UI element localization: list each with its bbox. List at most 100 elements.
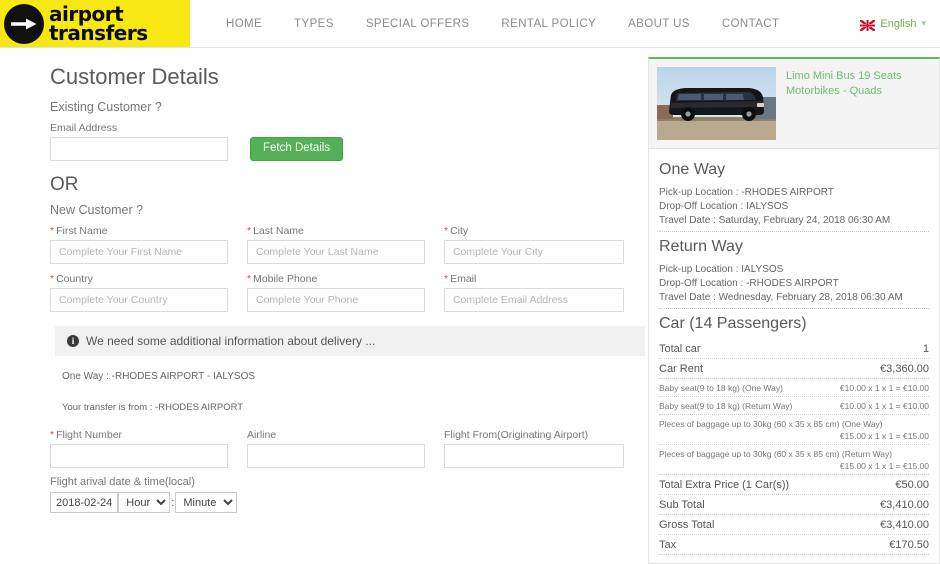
flight-number-input[interactable]	[50, 444, 228, 468]
customer-details-form: Customer Details Existing Customer ? Ema…	[0, 48, 648, 513]
email-label: * Email	[444, 273, 477, 285]
main-navigation: HOME TYPES SPECIAL OFFERS RENTAL POLICY …	[190, 0, 860, 47]
chevron-down-icon: ▾	[921, 18, 926, 28]
email-address-label: Email Address	[50, 122, 118, 134]
nav-item-home[interactable]: HOME	[210, 18, 278, 30]
existing-customer-row: Email Address Fetch Details	[50, 122, 638, 161]
minibus-photo-glyph	[657, 67, 776, 140]
flight-number-label: * Flight Number	[50, 429, 123, 441]
language-selector[interactable]: English ▾	[859, 0, 940, 47]
required-marker: *	[247, 273, 252, 285]
existing-customer-label: Existing Customer ?	[50, 100, 162, 114]
route-summary-one-way: One Way : -RHODES AIRPORT - IALYSOS	[62, 371, 256, 382]
summary-body: One Way Pick-up Location : -RHODES AIRPO…	[649, 149, 939, 563]
new-customer-label: New Customer ?	[50, 203, 144, 217]
nav-item-rental-policy[interactable]: RENTAL POLICY	[485, 18, 612, 30]
return-way-dropoff: Drop-Off Location : -RHODES AIRPORT	[659, 277, 839, 289]
price-label: Gross Total	[659, 519, 715, 531]
required-marker: *	[50, 225, 55, 237]
field-group-country: * Country	[50, 273, 228, 312]
price-value: €3,410.00	[880, 499, 929, 511]
airline-input[interactable]	[247, 444, 425, 468]
price-row: Baby seat(9 to 18 kg) (Return Way) €10.0…	[659, 397, 929, 415]
fetch-details-button[interactable]: Fetch Details	[250, 137, 344, 161]
arrival-datetime-label: Flight arival date & time(local)	[50, 476, 195, 488]
uk-flag-icon	[859, 18, 877, 33]
required-marker: *	[247, 225, 252, 237]
summary-panel: Limo Mini Bus 19 Seats Motorbikes - Quad…	[648, 57, 940, 564]
required-marker: *	[444, 225, 449, 237]
required-marker: *	[50, 429, 55, 441]
price-label: Baby seat(9 to 18 kg) (Return Way)	[659, 401, 793, 411]
price-value: €170.50	[889, 539, 929, 551]
arrival-date-input[interactable]: 2018-02-24	[50, 492, 119, 513]
flight-from-input[interactable]	[444, 444, 624, 468]
field-group-airline: Airline	[247, 429, 425, 468]
email-address-group: Email Address	[50, 122, 228, 161]
page-body: Customer Details Existing Customer ? Ema…	[0, 48, 940, 564]
price-row: Gross Total €3,410.00	[659, 515, 929, 535]
email-address-input[interactable]	[50, 137, 228, 161]
logo[interactable]: airport transfers	[0, 0, 190, 47]
car-heading: Car (14 Passengers)	[659, 315, 807, 332]
price-value: €10.00 x 1 x 1 = €10.00	[839, 383, 929, 393]
transfer-from-text: Your transfer is from : -RHODES AIRPORT	[62, 402, 244, 413]
nav-item-types[interactable]: TYPES	[278, 18, 350, 30]
flight-details-fields: * Flight Number Airline Flight From(Origi…	[50, 429, 638, 468]
field-group-city: * City	[444, 225, 624, 264]
arrival-datetime-row: 2018-02-24 Hour : Minute	[50, 492, 638, 513]
site-header: airport transfers HOME TYPES SPECIAL OFF…	[0, 0, 940, 48]
price-row: Total car 1	[659, 339, 929, 359]
one-way-dropoff: Drop-Off Location : IALYSOS	[659, 200, 789, 212]
price-label: Sub Total	[659, 499, 705, 511]
price-value: €15.00 x 1 x 1 = €15.00	[659, 459, 929, 475]
notice-text: We need some additional information abou…	[86, 334, 376, 348]
return-way-heading: Return Way	[659, 238, 743, 255]
uk-flag-glyph	[859, 18, 877, 33]
vehicle-title[interactable]: Limo Mini Bus 19 Seats Motorbikes - Quad…	[786, 67, 931, 99]
arrival-hour-select[interactable]: Hour	[118, 492, 171, 513]
info-icon: i	[67, 335, 79, 347]
one-way-pickup: Pick-up Location : -RHODES AIRPORT	[659, 186, 834, 198]
last-name-label: * Last Name	[247, 225, 304, 237]
price-label: Pieces of baggage up to 30kg (60 x 35 x …	[659, 419, 883, 429]
last-name-input[interactable]	[247, 240, 425, 264]
price-label: Total Extra Price (1 Car(s))	[659, 479, 790, 491]
email-input[interactable]	[444, 288, 624, 312]
nav-item-special-offers[interactable]: SPECIAL OFFERS	[350, 18, 486, 30]
vehicle-photo	[657, 67, 776, 140]
first-name-input[interactable]	[50, 240, 228, 264]
arrival-minute-select[interactable]: Minute	[175, 492, 238, 513]
nav-item-contact[interactable]: CONTACT	[706, 18, 796, 30]
price-label: Baby seat(9 to 18 kg) (One Way)	[659, 383, 783, 393]
divider	[659, 231, 929, 232]
price-label: Total car	[659, 343, 701, 355]
one-way-heading: One Way	[659, 161, 726, 178]
delivery-info-notice: i We need some additional information ab…	[55, 326, 645, 356]
return-way-pickup: Pick-up Location : IALYSOS	[659, 263, 784, 275]
mobile-phone-input[interactable]	[247, 288, 425, 312]
price-label: Pieces of baggage up to 30kg (60 x 35 x …	[659, 449, 893, 459]
page-title: Customer Details	[50, 64, 219, 89]
price-value: €3,410.00	[880, 519, 929, 531]
country-label: * Country	[50, 273, 93, 285]
arrow-glyph	[11, 18, 37, 29]
flight-from-label: Flight From(Originating Airport)	[444, 429, 589, 441]
city-input[interactable]	[444, 240, 624, 264]
price-value: €3,360.00	[880, 363, 929, 375]
required-marker: *	[50, 273, 55, 285]
field-group-email: * Email	[444, 273, 624, 312]
field-group-mobile-phone: * Mobile Phone	[247, 273, 425, 312]
one-way-travel-date: Travel Date : Saturday, February 24, 201…	[659, 214, 891, 226]
price-row: Baby seat(9 to 18 kg) (One Way) €10.00 x…	[659, 379, 929, 397]
mobile-phone-label: * Mobile Phone	[247, 273, 318, 285]
field-group-flight-from: Flight From(Originating Airport)	[444, 429, 624, 468]
price-row: Pieces of baggage up to 30kg (60 x 35 x …	[659, 415, 929, 445]
field-group-flight-number: * Flight Number	[50, 429, 228, 468]
price-label: Tax	[659, 539, 677, 551]
logo-wordmark: airport transfers	[49, 4, 148, 43]
city-label: * City	[444, 225, 469, 237]
price-value: 1	[922, 343, 929, 355]
country-input[interactable]	[50, 288, 228, 312]
nav-item-about-us[interactable]: ABOUT US	[612, 18, 706, 30]
